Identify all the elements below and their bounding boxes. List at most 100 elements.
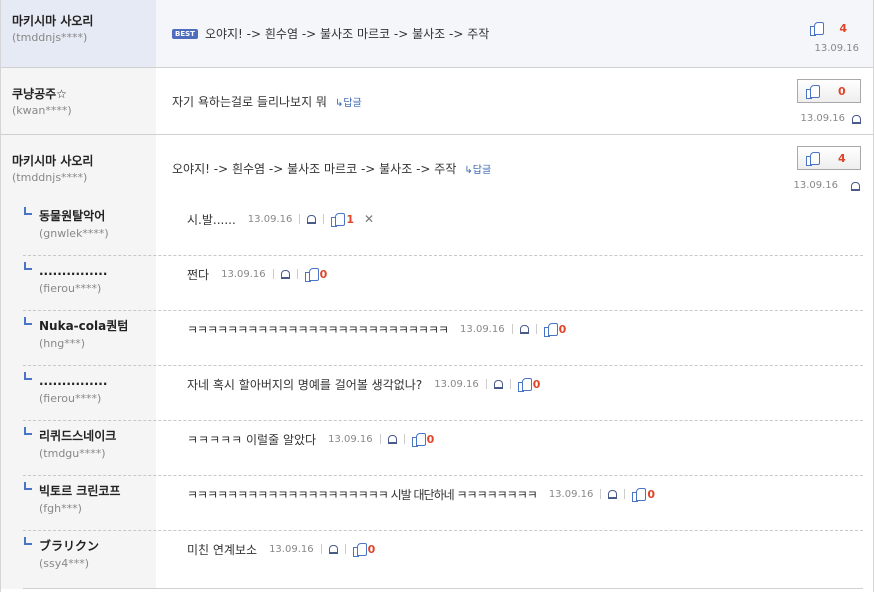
divider bbox=[272, 269, 274, 279]
thumbs-up-icon bbox=[304, 267, 319, 282]
reply-author[interactable]: ブラリクン bbox=[23, 537, 156, 555]
thumbs-up-icon bbox=[810, 21, 825, 36]
comment-author-block: 마키시마 사오리 (tmddnjs****) bbox=[1, 0, 156, 67]
reply-author-block: 리퀴드스네이크 (tmdgu****) bbox=[23, 421, 156, 475]
reply-date: 13.09.16 bbox=[460, 323, 505, 335]
report-icon[interactable] bbox=[328, 544, 338, 554]
report-icon[interactable] bbox=[852, 115, 861, 124]
like-button[interactable]: 0 bbox=[304, 267, 327, 282]
thumbs-up-icon bbox=[352, 542, 367, 557]
report-icon[interactable] bbox=[493, 379, 503, 389]
reply-date: 13.09.16 bbox=[328, 433, 373, 445]
best-badge: BEST bbox=[172, 28, 198, 39]
reply-user-id: (tmdgu****) bbox=[39, 447, 106, 460]
divider bbox=[624, 489, 626, 499]
comment-item: 마키시마 사오리 (tmddnjs****) 오야지! -> 흰수염 -> 불사… bbox=[1, 135, 873, 201]
reply-author-block: Nuka-cola퀀텀 (hng***) bbox=[23, 311, 156, 365]
divider bbox=[403, 434, 405, 444]
reply-body: ㅋㅋㅋㅋㅋㅋㅋㅋㅋㅋㅋㅋㅋㅋㅋㅋㅋㅋㅋㅋ 시발 대단하네 ㅋㅋㅋㅋㅋㅋㅋㅋ 13… bbox=[156, 476, 863, 504]
like-button[interactable]: 4 bbox=[797, 146, 861, 170]
comment-date: 13.09.16 bbox=[800, 113, 845, 124]
reply-item: ............... (fierou****) 자네 혹시 할아버지의… bbox=[23, 366, 863, 421]
reply-author[interactable]: 동물원탈악어 bbox=[23, 207, 156, 225]
reply-item: 리퀴드스네이크 (tmdgu****) ㅋㅋㅋㅋㅋ 이럴줄 알았다 13.09.… bbox=[23, 421, 863, 476]
comment-author[interactable]: 마키시마 사오리 bbox=[12, 12, 156, 30]
like-count: 0 bbox=[426, 432, 435, 446]
reply-author-block: ............... (fierou****) bbox=[23, 256, 156, 310]
report-icon[interactable] bbox=[307, 214, 317, 224]
comment-body: BEST 오야지! -> 흰수염 -> 불사조 마르코 -> 불사조 -> 주작 … bbox=[156, 0, 873, 67]
best-comment: 마키시마 사오리 (tmddnjs****) BEST 오야지! -> 흰수염 -… bbox=[1, 0, 873, 68]
like-button[interactable]: 4 bbox=[810, 21, 847, 36]
divider bbox=[320, 544, 322, 554]
comment-text: 오야지! -> 흰수염 -> 불사조 마르코 -> 불사조 -> 주작 bbox=[172, 162, 457, 176]
reply-text: ㅋㅋㅋㅋㅋㅋㅋㅋㅋㅋㅋㅋㅋㅋㅋㅋㅋㅋㅋㅋ 시발 대단하네 ㅋㅋㅋㅋㅋㅋㅋㅋ bbox=[187, 487, 538, 502]
like-button[interactable]: 0 bbox=[632, 487, 655, 502]
reply-item: ブラリクン (ssy4***) 미친 연계보소 13.09.16 0 bbox=[23, 531, 863, 589]
comment-author[interactable]: 쿠냥공주☆ bbox=[12, 85, 156, 103]
delete-icon[interactable]: ✕ bbox=[364, 212, 374, 226]
reply-date: 13.09.16 bbox=[247, 213, 293, 225]
reply-text: 시.발...... bbox=[187, 212, 236, 227]
reply-date: 13.09.16 bbox=[548, 488, 594, 500]
reply-item: 동물원탈악어 (gnwlek****) 시.발...... 13.09.16 1… bbox=[23, 201, 863, 256]
thumbs-up-icon bbox=[806, 84, 820, 99]
reply-author[interactable]: ............... bbox=[23, 262, 156, 280]
divider bbox=[535, 324, 537, 334]
reply-author[interactable]: Nuka-cola퀀텀 bbox=[23, 317, 156, 335]
reply-author[interactable]: 리퀴드스네이크 bbox=[23, 427, 156, 445]
like-count: 0 bbox=[838, 84, 846, 98]
reply-text: 자네 혹시 할아버지의 명예를 걸어볼 생각없나? bbox=[187, 377, 423, 392]
reply-user-id: (hng***) bbox=[39, 337, 86, 350]
comment-content: 자기 욕하는걸로 들리나보지 뭐 ↳답글 bbox=[172, 93, 362, 110]
reply-item: Nuka-cola퀀텀 (hng***) ㅋㅋㅋㅋㅋㅋㅋㅋㅋㅋㅋㅋㅋㅋㅋㅋㅋㅋㅋ… bbox=[23, 311, 863, 366]
like-button[interactable]: 0 bbox=[543, 322, 567, 337]
like-button[interactable]: 0 bbox=[411, 432, 435, 447]
thumbs-up-icon bbox=[517, 377, 532, 392]
comment-author-block: 쿠냥공주☆ (kwan****) bbox=[1, 68, 156, 134]
reply-author[interactable]: ............... bbox=[23, 372, 156, 390]
divider bbox=[344, 544, 346, 554]
reply-text: 미친 연계보소 bbox=[187, 542, 258, 557]
reply-author-block: ............... (fierou****) bbox=[23, 366, 156, 420]
report-icon[interactable] bbox=[280, 269, 290, 279]
comment-content: 오야지! -> 흰수염 -> 불사조 마르코 -> 불사조 -> 주작 ↳답글 bbox=[172, 160, 491, 177]
reply-user-id: (fierou****) bbox=[39, 392, 102, 405]
reply-date: 13.09.16 bbox=[269, 543, 314, 555]
like-button[interactable]: 1 bbox=[331, 212, 354, 227]
thumbs-up-icon bbox=[411, 432, 426, 447]
reply-body: 쩐다 13.09.16 0 bbox=[156, 256, 863, 284]
divider bbox=[296, 269, 298, 279]
reply-author-block: 동물원탈악어 (gnwlek****) bbox=[23, 201, 156, 255]
reply-body: 시.발...... 13.09.16 1 ✕ bbox=[156, 201, 863, 229]
reply-user-id: (fierou****) bbox=[39, 282, 102, 295]
reply-body: 자네 혹시 할아버지의 명예를 걸어볼 생각없나? 13.09.16 0 bbox=[156, 366, 863, 394]
comment-date: 13.09.16 bbox=[793, 180, 838, 191]
like-button[interactable]: 0 bbox=[352, 542, 375, 557]
comment-date: 13.09.16 bbox=[814, 43, 859, 54]
reply-author-block: 빅토르 크린코프 (fgh***) bbox=[23, 476, 156, 530]
thumbs-up-icon bbox=[632, 487, 647, 502]
reply-user-id: (gnwlek****) bbox=[39, 227, 109, 240]
report-icon[interactable] bbox=[519, 324, 529, 334]
reply-arrow-icon bbox=[24, 207, 32, 215]
like-button[interactable]: 0 bbox=[517, 377, 541, 392]
reply-body: 미친 연계보소 13.09.16 0 bbox=[156, 531, 863, 559]
reply-text: ㅋㅋㅋㅋㅋㅋㅋㅋㅋㅋㅋㅋㅋㅋㅋㅋㅋㅋㅋㅋㅋㅋㅋㅋㅋㅋ bbox=[187, 322, 449, 337]
reply-link[interactable]: ↳답글 bbox=[464, 165, 491, 176]
thumbs-up-icon bbox=[331, 212, 346, 227]
like-count: 0 bbox=[532, 377, 541, 391]
reply-text: ㅋㅋㅋㅋㅋ 이럴줄 알았다 bbox=[187, 432, 317, 447]
comment-author[interactable]: 마키시마 사오리 bbox=[12, 152, 156, 170]
report-icon[interactable] bbox=[387, 434, 397, 444]
like-count: 0 bbox=[558, 322, 567, 336]
report-icon[interactable] bbox=[851, 182, 860, 191]
comment-author-block: 마키시마 사오리 (tmddnjs****) bbox=[1, 135, 156, 201]
report-icon[interactable] bbox=[608, 489, 618, 499]
reply-link[interactable]: ↳답글 bbox=[335, 98, 362, 109]
reply-user-id: (fgh***) bbox=[39, 502, 82, 515]
like-button[interactable]: 0 bbox=[797, 79, 861, 103]
thumbs-up-icon bbox=[806, 151, 820, 166]
comment-content: BEST 오야지! -> 흰수염 -> 불사조 마르코 -> 불사조 -> 주작 bbox=[172, 25, 489, 42]
reply-author[interactable]: 빅토르 크린코프 bbox=[23, 482, 156, 500]
